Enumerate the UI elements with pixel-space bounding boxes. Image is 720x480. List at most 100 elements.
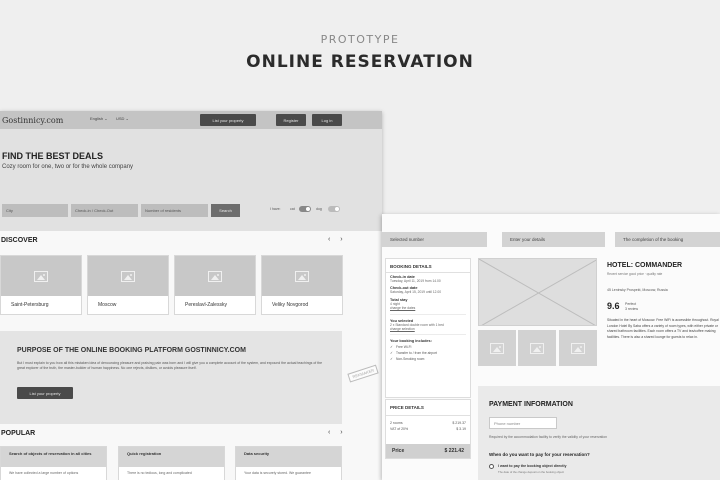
rating-word: Perfect [625, 302, 637, 306]
feature-title: Quick registration [119, 447, 224, 467]
hotel-title: HOTEL: COMMANDER [607, 262, 683, 269]
include-item: Non-Smoking room [386, 356, 470, 362]
price-total: Price $ 221.42 [386, 444, 470, 458]
purpose-section: PURPOSE OF THE ONLINE BOOKING PLATFORM G… [0, 331, 342, 424]
city-card[interactable]: Moscow [87, 255, 169, 315]
checkin-value: Tuesday, April 11, 2019 from 14.00 [390, 279, 441, 283]
language-select[interactable]: English ⌄ [90, 116, 108, 121]
hotel-rating: 9.6 [607, 301, 620, 311]
currency-select[interactable]: USD ⌄ [116, 116, 129, 121]
popular-arrows[interactable]: ‹ › [328, 429, 347, 436]
city-name: Moscow [98, 302, 117, 308]
hero-title: FIND THE BEST DEALS [2, 151, 104, 161]
rating-label: Perfect 3 review [625, 302, 638, 311]
price-row-label: VAT of 20% [390, 427, 409, 431]
price-row-label: 2 rooms [390, 421, 403, 425]
watermark-stamp: REKMAKER [347, 364, 380, 383]
step-enter-details[interactable]: Enter your details [502, 232, 605, 247]
hotel-address[interactable]: 45 Leninsky Prospekt, Moscow, Russia [607, 288, 668, 292]
image-placeholder [262, 256, 342, 296]
image-icon [295, 270, 309, 282]
site-logo[interactable]: Gostinnicy.com [2, 116, 63, 125]
top-nav: Gostinnicy.com English ⌄ USD ⌄ List your… [0, 111, 382, 129]
popular-title: POPULAR [1, 430, 36, 437]
hero-subtitle: Cozy room for one, two or for the whole … [2, 164, 134, 170]
dates-input[interactable]: Check-in / Check-Out [71, 204, 138, 217]
image-icon [121, 270, 135, 282]
pay-directly-label[interactable]: I want to pay the booking object directl… [498, 464, 567, 468]
feature-title: Data security [236, 447, 341, 467]
phone-input[interactable]: Phone number [489, 417, 557, 429]
dog-label: dog [316, 207, 322, 211]
feature-card: Data security Your data is securely stor… [235, 446, 342, 480]
hotel-thumbnail[interactable] [559, 330, 597, 366]
hotel-description: Situated in the heart of Moscow. Free Wi… [607, 318, 719, 339]
image-icon [490, 342, 504, 354]
dog-toggle[interactable] [328, 206, 340, 212]
cat-label: cat [290, 207, 295, 211]
homepage-mockup: Gostinnicy.com English ⌄ USD ⌄ List your… [0, 111, 382, 480]
pay-directly-subtext: The date of the change deposit on the bo… [498, 470, 564, 474]
page-title: ONLINE RESERVATION [246, 52, 474, 72]
list-property-button[interactable]: List your property [200, 114, 256, 126]
hotel-main-image[interactable] [478, 258, 597, 326]
image-placeholder [88, 256, 168, 296]
prototype-kicker: PROTOTYPE [320, 33, 400, 46]
login-button[interactable]: Log in [312, 114, 342, 126]
image-icon [571, 342, 585, 354]
hotel-thumbnail[interactable] [478, 330, 516, 366]
feature-card: Search of objects of reservation in all … [0, 446, 107, 480]
pets-label: I have: [270, 207, 281, 211]
register-button[interactable]: Register [276, 114, 306, 126]
hotel-thumbnail[interactable] [518, 330, 556, 366]
image-placeholder-cross [479, 259, 596, 325]
price-row-value: $ 3.19 [456, 427, 466, 431]
price-row-value: $ 219.37 [452, 421, 466, 425]
change-dates-link[interactable]: change the dates [390, 306, 466, 310]
booking-details-title: BOOKING DETAILS [386, 259, 470, 273]
price-details-title: PRICE DETAILS [386, 400, 470, 416]
image-icon [530, 342, 544, 354]
city-name: Veliky Novgorod [272, 302, 309, 308]
payment-question: When do you want to pay for your reserva… [489, 452, 590, 457]
rating-reviews: 3 review [625, 306, 639, 311]
step-selected-number[interactable]: Selected number [382, 232, 487, 247]
feature-title: Search of objects of reservation in all … [1, 447, 106, 467]
price-total-label: Price [392, 448, 405, 454]
step-completion[interactable]: The completion of the booking [615, 232, 720, 247]
purpose-title: PURPOSE OF THE ONLINE BOOKING PLATFORM G… [17, 347, 246, 354]
pay-directly-radio[interactable] [489, 464, 494, 469]
search-button[interactable]: Search [211, 204, 240, 217]
image-icon [208, 270, 222, 282]
city-name: Pereslavl-Zalessky [185, 302, 227, 308]
payment-section: PAYMENT INFORMATION Phone number Require… [478, 386, 720, 480]
phone-note: Required by the accommodation facility t… [489, 435, 607, 439]
city-input[interactable]: City [2, 204, 68, 217]
price-details-panel: PRICE DETAILS 2 rooms $ 219.37 VAT of 20… [385, 399, 471, 459]
change-selection-link[interactable]: change selection [390, 327, 466, 331]
booking-page-mockup: Selected number Enter your details The c… [382, 214, 720, 480]
purpose-list-property-button[interactable]: List your property [17, 387, 73, 399]
city-name: Saint-Petersburg [11, 302, 49, 308]
discover-title: DISCOVER [1, 237, 38, 244]
feature-text: We have collected a large number of opti… [9, 471, 79, 475]
city-card[interactable]: Pereslavl-Zalessky [174, 255, 256, 315]
image-icon [34, 270, 48, 282]
search-hero: FIND THE BEST DEALS Cozy room for one, t… [0, 129, 382, 231]
feature-text: Your data is securely stored. We guarant… [244, 471, 311, 475]
price-total-value: $ 221.42 [444, 448, 464, 454]
booking-details-panel: BOOKING DETAILS Check-in date Tuesday, A… [385, 258, 471, 398]
image-placeholder [1, 256, 81, 296]
checkout-value: Saturday, April 15, 2019 until 12.00 [390, 290, 442, 295]
purpose-text: But I must explain to you how all this m… [17, 361, 323, 371]
residents-input[interactable]: Number of residents [141, 204, 208, 217]
feature-text: There is no tedious, long and complicate… [127, 471, 192, 475]
feature-card: Quick registration There is no tedious, … [118, 446, 225, 480]
discover-arrows[interactable]: ‹ › [328, 236, 347, 243]
city-card[interactable]: Veliky Novgorod [261, 255, 343, 315]
hotel-subtitle: Recent service good price · quality rate [607, 272, 663, 276]
image-placeholder [175, 256, 255, 296]
payment-title: PAYMENT INFORMATION [489, 401, 573, 408]
city-card[interactable]: Saint-Petersburg [0, 255, 82, 315]
cat-toggle[interactable] [299, 206, 311, 212]
